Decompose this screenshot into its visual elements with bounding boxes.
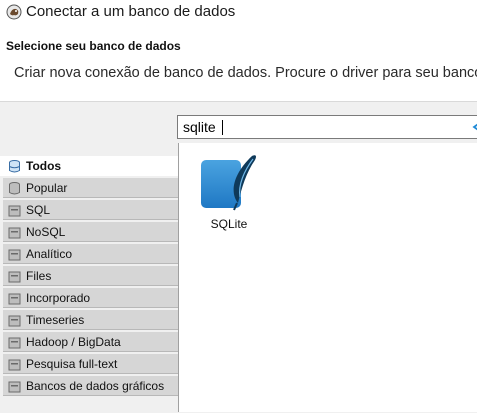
category-hadoop-bigdata[interactable]: Hadoop / BigData [3, 332, 178, 352]
folder-icon [8, 205, 21, 217]
category-popular[interactable]: Popular [3, 178, 178, 198]
category-files[interactable]: Files [3, 266, 178, 286]
category-sql[interactable]: SQL [3, 200, 178, 220]
folder-icon [8, 271, 21, 283]
category-nosql[interactable]: NoSQL [3, 222, 178, 242]
driver-label: SQLite [210, 217, 248, 231]
category-pesquisa-full-text[interactable]: Pesquisa full-text [3, 354, 178, 374]
category-bancos-graficos[interactable]: Bancos de dados gráficos [3, 376, 178, 396]
window-title: Conectar a um banco de dados [26, 3, 236, 20]
category-label: SQL [26, 203, 51, 217]
divider [178, 143, 179, 412]
folder-icon [8, 359, 21, 371]
clear-icon[interactable] [471, 120, 477, 134]
category-label: Timeseries [26, 313, 85, 327]
dbeaver-icon [6, 4, 22, 20]
category-label: Incorporado [26, 291, 91, 305]
category-label: Analítico [26, 247, 73, 261]
category-label: Pesquisa full-text [26, 357, 118, 371]
database-icon [9, 160, 20, 173]
folder-icon [8, 227, 21, 239]
page-description: Criar nova conexão de banco de dados. Pr… [14, 65, 477, 81]
page-heading: Selecione seu banco de dados [6, 39, 181, 53]
folder-icon [8, 315, 21, 327]
folder-icon [8, 293, 21, 305]
folder-icon [8, 337, 21, 349]
folder-icon [8, 381, 21, 393]
category-analitico[interactable]: Analítico [3, 244, 178, 264]
search-input[interactable]: sqlite [177, 115, 477, 139]
sqlite-icon [201, 155, 256, 211]
category-incorporado[interactable]: Incorporado [3, 288, 178, 308]
category-timeseries[interactable]: Timeseries [3, 310, 178, 330]
driver-tile-sqlite[interactable]: SQLite [200, 151, 260, 241]
text-caret [222, 120, 223, 135]
category-label: NoSQL [26, 225, 66, 239]
category-todos[interactable]: Todos [0, 156, 178, 176]
category-label: Popular [26, 181, 68, 195]
category-label: Todos [26, 159, 62, 173]
window-titlebar: Conectar a um banco de dados [0, 0, 477, 26]
search-input-value[interactable]: sqlite [183, 119, 216, 135]
category-label: Files [26, 269, 52, 283]
folder-icon [8, 249, 21, 261]
category-label: Bancos de dados gráficos [26, 379, 165, 393]
database-icon [9, 182, 20, 195]
category-sidebar: Todos Popular SQL NoSQL Analítico Files … [0, 156, 178, 412]
category-label: Hadoop / BigData [26, 335, 121, 349]
